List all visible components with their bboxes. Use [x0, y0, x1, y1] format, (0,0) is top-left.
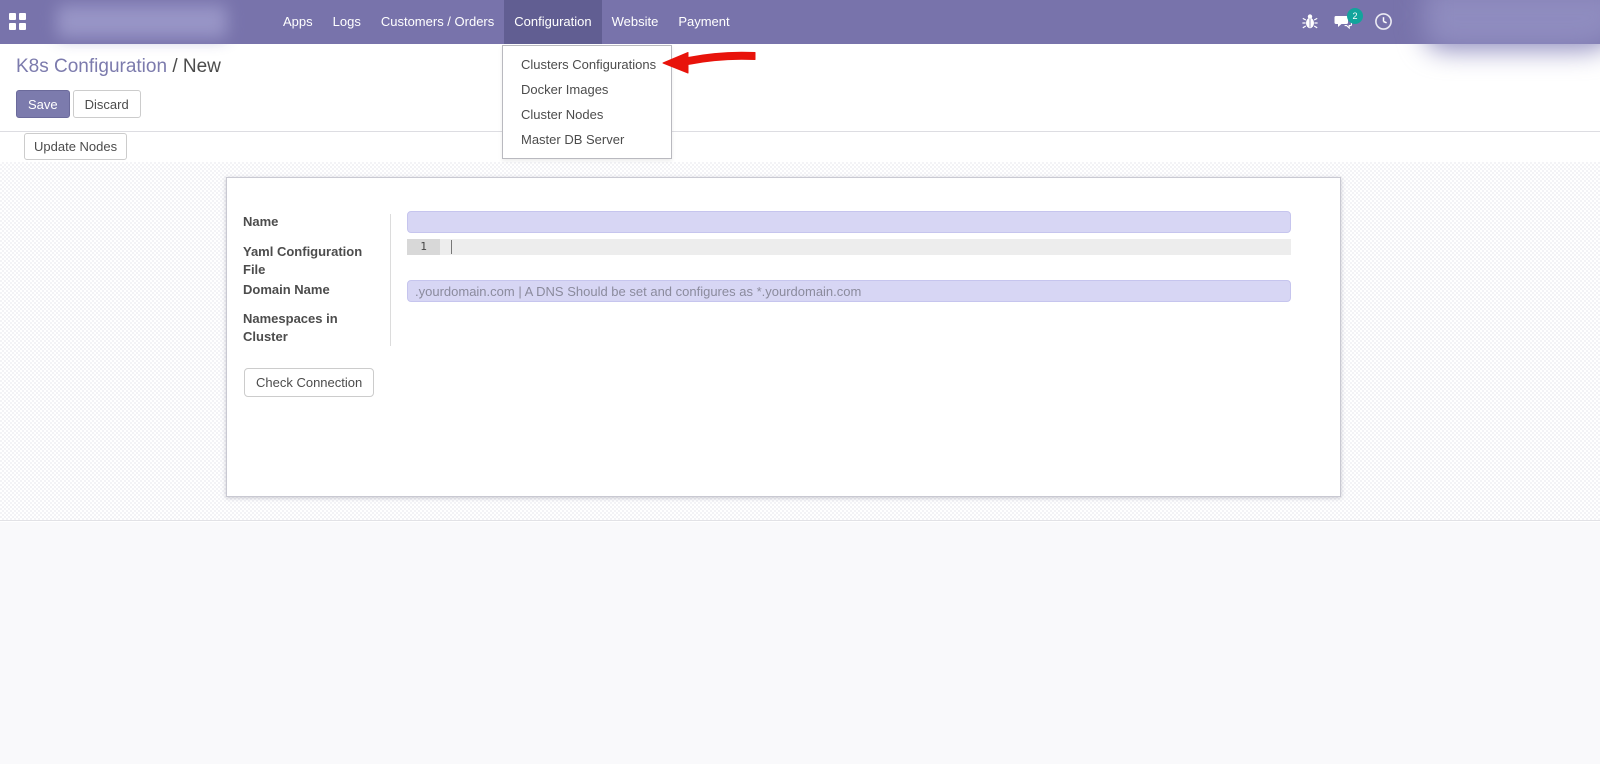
menu-item-master-db-server[interactable]: Master DB Server: [503, 127, 671, 152]
menu-item-clusters-configurations[interactable]: Clusters Configurations: [503, 52, 671, 77]
content-area: Name Yaml Configuration File 1 Domain Na…: [0, 162, 1600, 521]
grid-square: [9, 23, 16, 30]
nav-item-payment[interactable]: Payment: [668, 0, 739, 44]
grid-square: [19, 13, 26, 20]
bug-icon[interactable]: [1302, 13, 1318, 35]
name-input[interactable]: [407, 211, 1291, 233]
activities-clock-icon[interactable]: [1374, 12, 1393, 36]
nav-item-apps[interactable]: Apps: [273, 0, 323, 44]
yaml-configuration-file-label: Yaml Configuration File: [243, 243, 385, 279]
domain-name-field-label: Domain Name: [243, 281, 385, 299]
page-footer-area: [0, 522, 1600, 764]
app-name-redacted-blur: [57, 5, 227, 38]
grid-square: [9, 13, 16, 20]
breadcrumb-current: New: [183, 56, 221, 77]
namespaces-in-cluster-label: Namespaces in Cluster: [243, 310, 385, 346]
breadcrumb-parent-link[interactable]: K8s Configuration: [16, 56, 167, 77]
breadcrumb-separator: /: [172, 56, 177, 77]
nav-item-logs[interactable]: Logs: [323, 0, 371, 44]
update-nodes-button[interactable]: Update Nodes: [24, 133, 127, 160]
form-sheet: Name Yaml Configuration File 1 Domain Na…: [226, 177, 1341, 497]
apps-menu-grid-icon[interactable]: [9, 13, 26, 30]
discard-button[interactable]: Discard: [73, 90, 141, 118]
menu-item-docker-images[interactable]: Docker Images: [503, 77, 671, 102]
breadcrumb: K8s Configuration / New: [16, 56, 221, 78]
configuration-dropdown-menu: Clusters Configurations Docker Images Cl…: [502, 45, 672, 159]
save-button[interactable]: Save: [16, 90, 70, 118]
statusbar: Update Nodes: [0, 133, 1600, 162]
editor-text-cursor: [451, 240, 452, 254]
nav-item-configuration[interactable]: Configuration: [504, 0, 601, 44]
nav-item-customers-orders[interactable]: Customers / Orders: [371, 0, 504, 44]
editor-line-number: 1: [407, 239, 440, 255]
nav-item-website[interactable]: Website: [602, 0, 669, 44]
control-panel: K8s Configuration / New Save Discard: [0, 44, 1600, 132]
user-menu-redacted-blur[interactable]: [1424, 0, 1600, 50]
top-navbar: Apps Logs Customers / Orders Configurati…: [0, 0, 1600, 44]
menu-item-cluster-nodes[interactable]: Cluster Nodes: [503, 102, 671, 127]
grid-square: [19, 23, 26, 30]
name-field-label: Name: [243, 213, 385, 231]
yaml-code-editor[interactable]: 1: [407, 239, 1291, 255]
domain-name-input[interactable]: [407, 280, 1291, 302]
messages-count-badge[interactable]: 2: [1347, 8, 1363, 24]
label-field-separator: [390, 214, 391, 346]
check-connection-button[interactable]: Check Connection: [244, 368, 374, 397]
form-action-buttons: Save Discard: [16, 90, 141, 118]
red-annotation-arrow: [655, 42, 760, 84]
navbar-menu: Apps Logs Customers / Orders Configurati…: [273, 0, 740, 44]
